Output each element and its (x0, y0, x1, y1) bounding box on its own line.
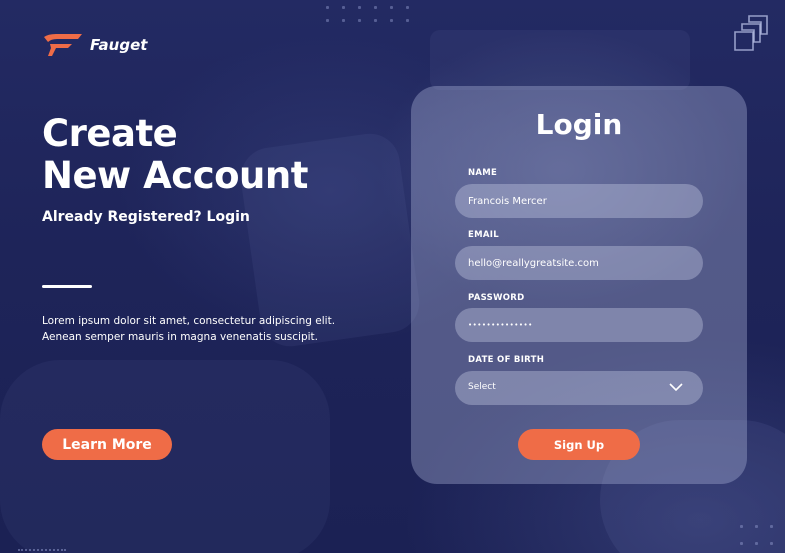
name-label: NAME (468, 168, 498, 178)
brand-name: Fauget (90, 36, 148, 54)
dob-select-value: Select (468, 382, 496, 392)
password-label: PASSWORD (468, 293, 525, 303)
sign-up-button[interactable]: Sign Up (518, 429, 640, 460)
dob-select[interactable]: Select (455, 371, 703, 405)
page-title-line1: Create (42, 112, 178, 155)
page-title: Create New Account (42, 113, 308, 197)
background-window-shape (430, 30, 690, 90)
chevron-down-icon (669, 383, 683, 392)
learn-more-button[interactable]: Learn More (42, 429, 172, 460)
decorative-dot-line (18, 549, 66, 553)
fauget-logo-icon (44, 34, 82, 56)
decorative-dot-grid (326, 6, 409, 22)
signup-page: Fauget Create New Account Already Regist… (0, 0, 785, 553)
password-field[interactable] (455, 308, 703, 342)
email-label: EMAIL (468, 230, 499, 240)
login-card-title: Login (535, 108, 623, 141)
description-line2: Aenean semper mauris in magna venenatis … (42, 331, 319, 343)
page-title-line2: New Account (42, 154, 308, 197)
description-line1: Lorem ipsum dolor sit amet, consectetur … (42, 315, 336, 327)
login-card (411, 86, 747, 484)
description: Lorem ipsum dolor sit amet, consectetur … (42, 313, 372, 345)
name-field[interactable] (455, 184, 703, 218)
divider (42, 285, 92, 288)
decorative-dot-grid (740, 525, 773, 545)
login-link[interactable]: Already Registered? Login (42, 209, 250, 225)
brand-logo: Fauget (42, 33, 147, 57)
dob-label: DATE OF BIRTH (468, 355, 545, 365)
email-field[interactable] (455, 246, 703, 280)
stacked-squares-icon (734, 15, 768, 51)
